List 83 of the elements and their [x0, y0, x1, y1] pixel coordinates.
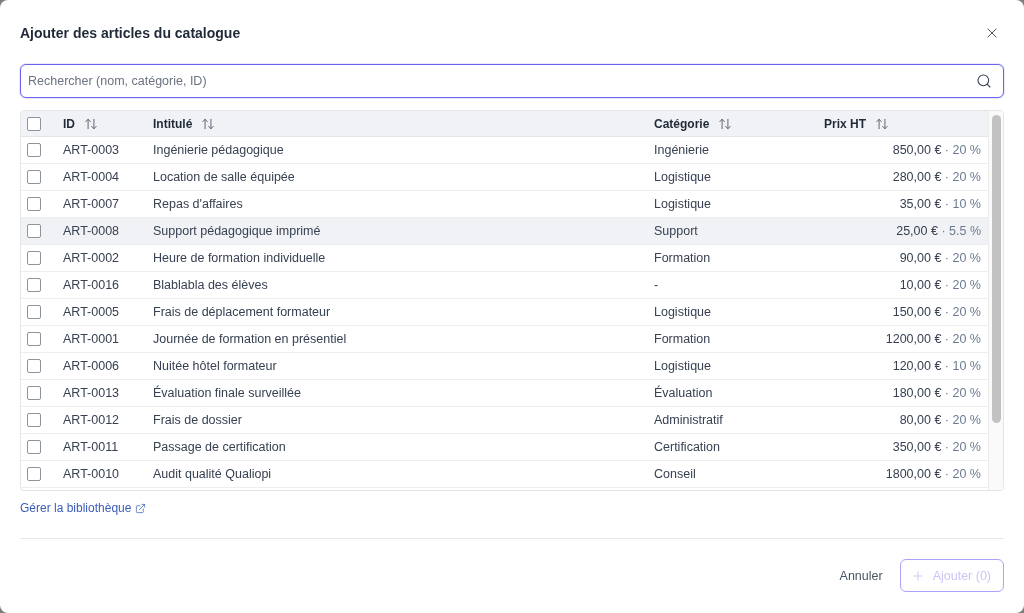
table-cell-text: ART-0012 — [63, 413, 121, 427]
price-cell: 10,00 € · 20 % — [899, 278, 981, 292]
price-cell: 350,00 € · 20 % — [892, 440, 981, 454]
price-cell: 280,00 € · 20 % — [892, 170, 981, 184]
table-cell-text: ART-0007 — [63, 197, 121, 211]
table-cell-text: Logistique — [654, 359, 712, 373]
table-cell-text: ART-0010 — [63, 467, 121, 481]
price-cell: 1200,00 € · 20 % — [885, 332, 981, 346]
checkbox[interactable] — [27, 305, 41, 319]
table-cell-text: Support — [654, 224, 699, 238]
search-field[interactable]: Rechercher (nom, catégorie, ID) — [20, 64, 1004, 98]
table-cell-text: Évaluation finale surveillée — [153, 386, 302, 400]
table-cell-text: Journée de formation en présentiel — [153, 332, 348, 346]
table-cell-text: ART-0002 — [63, 251, 121, 265]
external-link-icon — [135, 502, 147, 514]
table-cell-text: Ingénierie — [654, 143, 710, 157]
table-cell-text: ART-0004 — [63, 170, 121, 184]
checkbox[interactable] — [27, 251, 41, 265]
table-cell-text: ART-0016 — [63, 278, 121, 292]
table-cell-text: ART-0008 — [63, 224, 121, 238]
table-cell-text: ART-0001 — [63, 332, 121, 346]
table-cell-text: Frais de déplacement formateur — [153, 305, 332, 319]
checkbox[interactable] — [27, 440, 41, 454]
price-cell: 180,00 € · 20 % — [892, 386, 981, 400]
price-cell: 120,00 € · 10 % — [892, 359, 981, 373]
checkbox[interactable] — [27, 467, 41, 481]
table-cell-text: Logistique — [654, 197, 712, 211]
cancel-button[interactable]: Annuler — [827, 560, 895, 591]
table-cell-text: ART-0013 — [63, 386, 121, 400]
table-cell-text: ART-0003 — [63, 143, 121, 157]
checkbox[interactable] — [27, 170, 41, 184]
checkbox[interactable] — [27, 116, 41, 131]
sort-icon — [718, 116, 733, 131]
table-row[interactable]: ART-0008 Support pédagogique imprimé Support 25,00 € · 5.5 % — [21, 218, 988, 245]
table-cell-text: Logistique — [654, 170, 712, 184]
checkbox[interactable] — [27, 278, 41, 292]
checkbox[interactable] — [27, 143, 41, 157]
search-icon — [976, 73, 992, 89]
table-cell-text: Location de salle équipée — [153, 170, 296, 184]
table-cell-text: Frais de dossier — [153, 413, 243, 427]
checkbox[interactable] — [27, 413, 41, 427]
price-cell: 35,00 € · 10 % — [899, 197, 981, 211]
price-cell: 1800,00 € · 20 % — [885, 467, 981, 481]
table-cell-text: - — [654, 278, 660, 292]
table-cell-text: Logistique — [654, 305, 712, 319]
scrollbar-thumb[interactable] — [991, 115, 1001, 423]
table-cell-text: Administratif — [654, 413, 724, 427]
library-link[interactable]: Gérer la bibliothèque — [20, 500, 147, 516]
sort-icon — [84, 116, 98, 131]
price-cell: 25,00 € · 5.5 % — [896, 224, 981, 238]
table-cell-text: Nuitée hôtel formateur — [153, 359, 278, 373]
table-cell-text: Audit qualité Qualiopi — [153, 467, 273, 481]
price-cell: 90,00 € · 20 % — [899, 251, 981, 265]
table-cell-text: Formation — [654, 251, 712, 265]
table-cell-text: ART-0006 — [63, 359, 121, 373]
table-cell-text: Certification — [654, 440, 721, 454]
sort-icon — [875, 116, 889, 131]
table-cell-text: Ingénierie pédagogique — [153, 143, 285, 157]
table-cell-text: ART-0011 — [63, 440, 120, 454]
table-cell-text: Heure de formation individuelle — [153, 251, 327, 265]
table-cell-text: Support pédagogique imprimé — [153, 224, 322, 238]
price-cell: 850,00 € · 20 % — [892, 143, 981, 157]
plus-icon — [910, 568, 925, 583]
checkbox[interactable] — [27, 197, 41, 211]
table-cell-text: Passage de certification — [153, 440, 287, 454]
checkbox[interactable] — [27, 332, 41, 346]
table-cell-text: Évaluation — [654, 386, 714, 400]
column-header[interactable]: Catégorie — [654, 116, 733, 131]
table-cell-text: Formation — [654, 332, 712, 346]
price-cell: 80,00 € · 20 % — [899, 413, 981, 427]
sort-icon — [201, 116, 216, 131]
table-cell-text: Blablabla des élèves — [153, 278, 269, 292]
column-header[interactable]: Intitulé — [153, 116, 216, 131]
table-cell-text: Repas d'affaires — [153, 197, 244, 211]
table-cell-text: ART-0005 — [63, 305, 121, 319]
dialog-title: Ajouter des articles du catalogue — [20, 24, 241, 43]
checkbox[interactable] — [27, 386, 41, 400]
column-header[interactable]: Prix HT — [824, 116, 889, 131]
table-cell-text: Conseil — [654, 467, 697, 481]
checkbox[interactable] — [27, 359, 41, 373]
checkbox[interactable] — [27, 224, 41, 238]
column-header[interactable]: ID — [63, 116, 98, 131]
price-cell: 150,00 € · 20 % — [892, 305, 981, 319]
